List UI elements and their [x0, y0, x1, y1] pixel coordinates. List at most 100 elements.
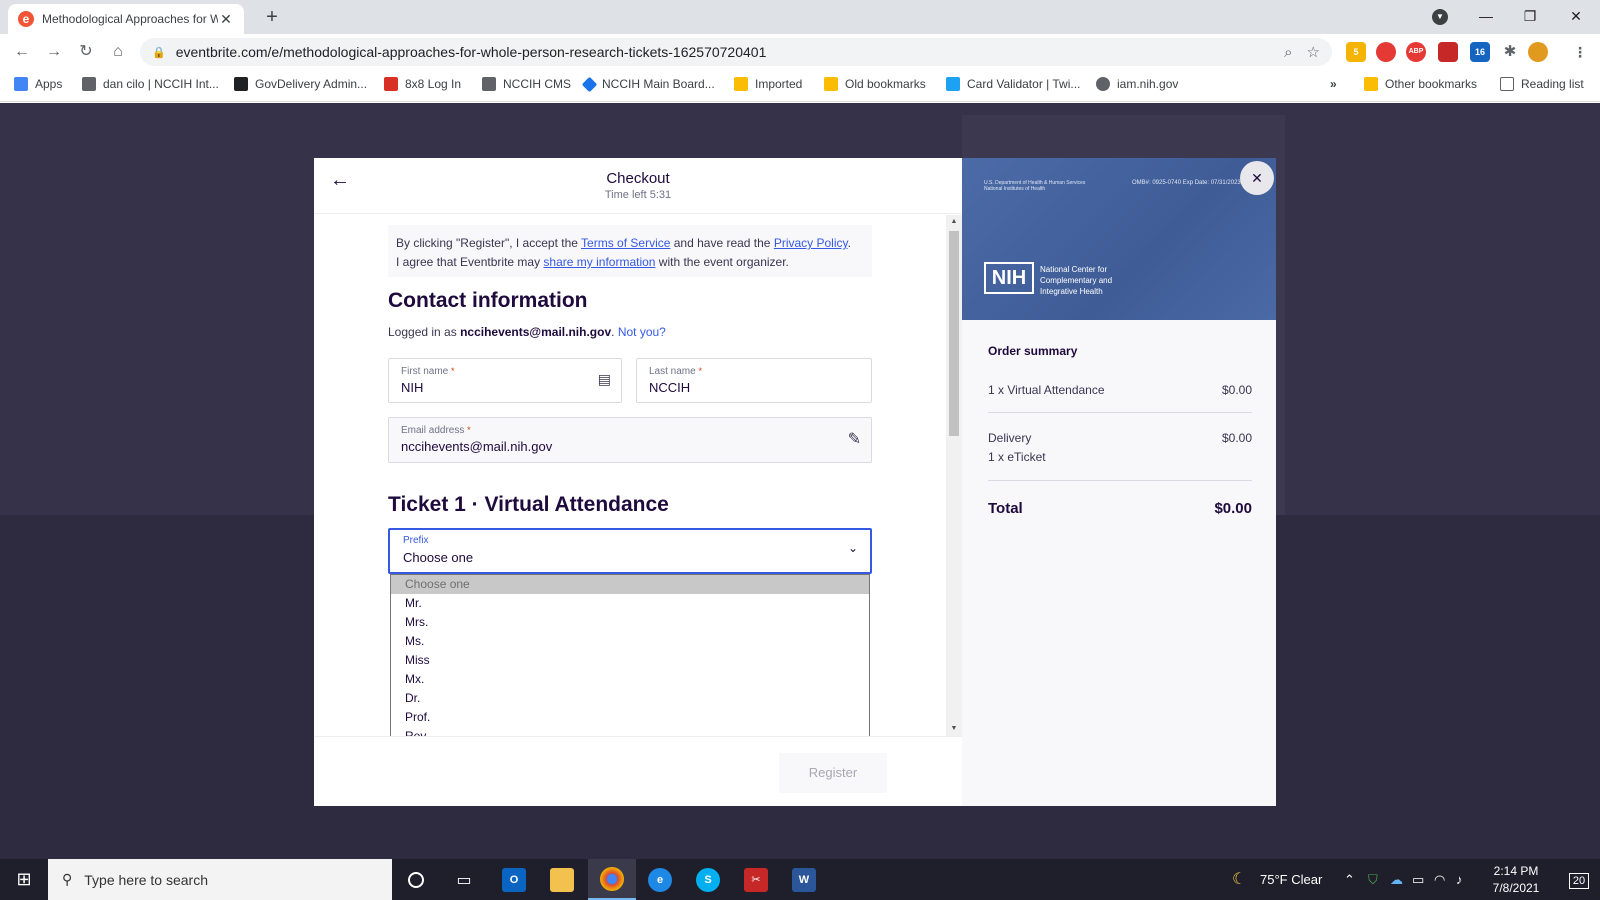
- browser-tab[interactable]: e Methodological Approaches for W ✕: [8, 4, 244, 34]
- bookmark-card-validator[interactable]: Card Validator | Twi...: [946, 77, 1080, 91]
- not-you-link[interactable]: Not you?: [618, 325, 666, 339]
- tab-search-icon[interactable]: ▼: [1432, 9, 1448, 25]
- wifi-icon[interactable]: ◠: [1434, 859, 1445, 900]
- close-window-button[interactable]: ✕: [1556, 4, 1596, 28]
- edge-icon[interactable]: e: [636, 859, 684, 900]
- outlook-icon[interactable]: O: [490, 859, 538, 900]
- prefix-option-rev[interactable]: Rev.: [391, 727, 869, 736]
- reload-icon[interactable]: ↻: [74, 40, 98, 64]
- prefix-option-mx[interactable]: Mx.: [391, 670, 869, 689]
- email-label-text: Email address: [401, 425, 465, 436]
- lock-icon[interactable]: 🔒: [152, 46, 166, 59]
- bookmark-apps[interactable]: Apps: [14, 77, 62, 91]
- address-bar[interactable]: 🔒 eventbrite.com/e/methodological-approa…: [140, 38, 1332, 66]
- back-icon[interactable]: ←: [10, 40, 34, 64]
- extension-opera-icon[interactable]: [1376, 42, 1396, 62]
- scroll-down-arrow-icon[interactable]: ▼: [946, 722, 962, 736]
- windows-start-icon[interactable]: ⊞: [0, 859, 48, 900]
- terms-notice: By clicking "Register", I accept the Ter…: [388, 225, 872, 277]
- chevron-down-icon[interactable]: ⌄: [848, 541, 858, 555]
- extension-mail-icon[interactable]: 5: [1346, 42, 1366, 62]
- prefix-option-mr[interactable]: Mr.: [391, 594, 869, 613]
- hhs-department-text: U.S. Department of Health & Human Servic…: [984, 180, 1086, 192]
- extension-blue-icon[interactable]: 16: [1470, 42, 1490, 62]
- eventbrite-favicon-icon: e: [18, 11, 34, 27]
- prefix-dropdown-list: Choose one Mr. Mrs. Ms. Miss Mx. Dr. Pro…: [390, 574, 870, 736]
- extension-badge: 5: [1353, 47, 1359, 57]
- weather-moon-icon[interactable]: ☾: [1232, 859, 1246, 900]
- security-shield-icon[interactable]: ⛉: [1368, 859, 1378, 900]
- other-bookmarks[interactable]: Other bookmarks: [1364, 77, 1477, 91]
- adblock-plus-icon[interactable]: ABP: [1406, 42, 1426, 62]
- terms-text: with the event organizer.: [655, 255, 789, 269]
- edit-pencil-icon[interactable]: ✎: [848, 429, 861, 449]
- more-bookmarks-chevron-icon[interactable]: »: [1330, 77, 1337, 91]
- bookmark-govdelivery[interactable]: GovDelivery Admin...: [234, 77, 367, 91]
- prefix-option-mrs[interactable]: Mrs.: [391, 613, 869, 632]
- prefix-option-dr[interactable]: Dr.: [391, 689, 869, 708]
- bookmark-nccih-cms[interactable]: NCCIH CMS: [482, 77, 571, 91]
- system-clock[interactable]: 2:14 PM 7/8/2021: [1476, 863, 1556, 897]
- last-name-value[interactable]: NCCIH: [649, 380, 690, 395]
- browser-menu-icon[interactable]: ⋮: [1570, 42, 1590, 62]
- bookmark-star-icon[interactable]: ☆: [1307, 43, 1320, 61]
- privacy-policy-link[interactable]: Privacy Policy: [774, 236, 848, 250]
- checkout-form-panel: ← Checkout Time left 5:31 By clicking "R…: [314, 158, 962, 806]
- govdelivery-icon: [234, 77, 248, 91]
- scrollbar-thumb[interactable]: [949, 231, 959, 436]
- checkout-form-scroll[interactable]: By clicking "Register", I accept the Ter…: [314, 215, 962, 736]
- taskbar-search-box[interactable]: ⚲ Type here to search: [48, 859, 392, 900]
- bookmark-dan-cilo[interactable]: dan cilo | NCCIH Int...: [82, 77, 219, 91]
- order-summary-title: Order summary: [988, 344, 1078, 358]
- battery-icon[interactable]: ▭: [1412, 859, 1424, 900]
- forward-icon[interactable]: →: [42, 40, 66, 64]
- zoom-icon[interactable]: ⌕: [1284, 44, 1292, 61]
- register-button[interactable]: Register: [779, 753, 887, 793]
- word-icon[interactable]: W: [780, 859, 828, 900]
- cortana-circle-icon[interactable]: [392, 859, 440, 900]
- task-view-icon[interactable]: ▭: [440, 859, 488, 900]
- prefix-option-miss[interactable]: Miss: [391, 651, 869, 670]
- first-name-field[interactable]: First name * NIH ▤: [388, 358, 622, 403]
- scroll-up-arrow-icon[interactable]: ▲: [946, 215, 962, 229]
- terms-of-service-link[interactable]: Terms of Service: [581, 236, 670, 250]
- onedrive-cloud-icon[interactable]: ☁: [1390, 859, 1403, 900]
- form-scrollbar[interactable]: ▲ ▼: [946, 215, 962, 736]
- restore-button[interactable]: ❐: [1510, 4, 1550, 28]
- close-tab-icon[interactable]: ✕: [218, 11, 234, 28]
- prefix-value[interactable]: Choose one: [403, 550, 473, 565]
- prefix-select[interactable]: Prefix Choose one ⌄: [388, 528, 872, 574]
- close-modal-button[interactable]: ✕: [1240, 161, 1274, 195]
- bookmark-label: NCCIH CMS: [503, 77, 571, 91]
- chrome-icon[interactable]: [588, 859, 636, 900]
- extensions-puzzle-icon[interactable]: ✱: [1500, 42, 1520, 62]
- prefix-option-prof[interactable]: Prof.: [391, 708, 869, 727]
- bookmark-nccih-main-board[interactable]: NCCIH Main Board...: [581, 76, 715, 92]
- bookmark-old-bookmarks[interactable]: Old bookmarks: [824, 77, 926, 91]
- bookmark-8x8[interactable]: 8x8 Log In: [384, 77, 461, 91]
- snipping-tool-icon[interactable]: ✂: [732, 859, 780, 900]
- bookmark-iam-nih[interactable]: iam.nih.gov: [1096, 77, 1178, 91]
- bookmark-imported[interactable]: Imported: [734, 77, 802, 91]
- weather-text[interactable]: 75°F Clear: [1260, 859, 1322, 900]
- new-tab-button[interactable]: +: [260, 6, 284, 30]
- show-hidden-icons-chevron-icon[interactable]: ⌃: [1344, 859, 1355, 900]
- action-center-notifications-icon[interactable]: 20: [1558, 859, 1600, 900]
- first-name-value[interactable]: NIH: [401, 380, 423, 395]
- minimize-button[interactable]: —: [1466, 4, 1506, 28]
- home-icon[interactable]: ⌂: [106, 40, 130, 64]
- last-name-field[interactable]: Last name * NCCIH: [636, 358, 872, 403]
- file-explorer-icon[interactable]: [538, 859, 586, 900]
- profile-avatar[interactable]: [1528, 42, 1548, 62]
- prefix-option-choose-one[interactable]: Choose one: [391, 575, 869, 594]
- share-my-information-link[interactable]: share my information: [543, 255, 655, 269]
- skype-icon[interactable]: S: [684, 859, 732, 900]
- bookmark-label: Old bookmarks: [845, 77, 926, 91]
- url-text[interactable]: eventbrite.com/e/methodological-approach…: [176, 44, 1270, 60]
- reading-list[interactable]: Reading list: [1500, 77, 1584, 91]
- folder-icon: [824, 77, 838, 91]
- volume-icon[interactable]: ♪: [1456, 859, 1463, 900]
- prefix-option-ms[interactable]: Ms.: [391, 632, 869, 651]
- extension-shield-icon[interactable]: [1438, 42, 1458, 62]
- terms-text: .: [847, 236, 851, 250]
